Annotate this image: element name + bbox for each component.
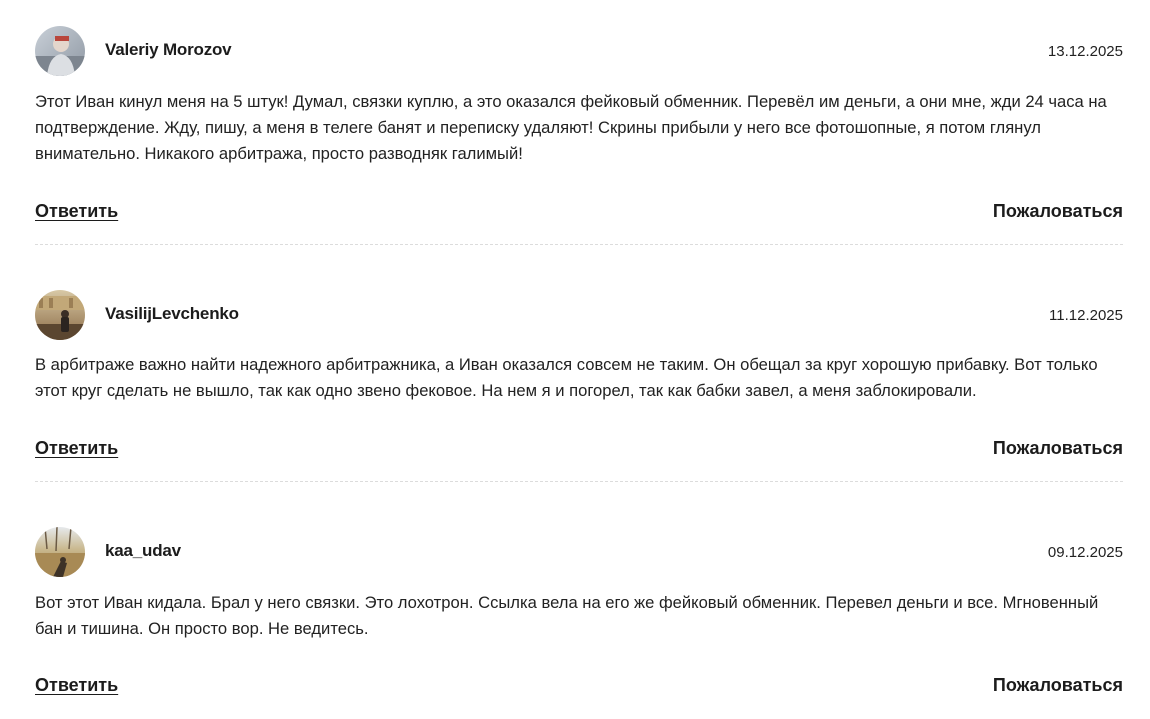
comment-date: 13.12.2025 bbox=[1047, 43, 1123, 60]
comment-divider bbox=[35, 244, 1123, 245]
comment-actions: Ответить Пожаловаться bbox=[35, 201, 1123, 227]
comment-item: VasilijLevchenko 11.12.2025 В арбитраже … bbox=[35, 290, 1123, 458]
comment-item: kaa_udav 09.12.2025 Вот этот Иван кидала… bbox=[35, 527, 1123, 695]
comment-actions: Ответить Пожаловаться bbox=[35, 675, 1123, 701]
comment-date: 09.12.2025 bbox=[1047, 544, 1123, 561]
author-name: kaa_udav bbox=[105, 541, 181, 560]
comment-item: Valeriy Morozov 13.12.2025 Этот Иван кин… bbox=[35, 26, 1123, 221]
avatar[interactable] bbox=[35, 290, 85, 340]
comment-text: Этот Иван кинул меня на 5 штук! Думал, с… bbox=[35, 92, 1107, 163]
comment-text: Вот этот Иван кидала. Брал у него связки… bbox=[35, 593, 1099, 638]
comment-header: VasilijLevchenko 11.12.2025 bbox=[35, 290, 1123, 342]
report-link[interactable]: Пожаловаться bbox=[993, 438, 1123, 459]
avatar[interactable] bbox=[35, 527, 85, 577]
comment-text: В арбитраже важно найти надежного арбитр… bbox=[35, 355, 1098, 400]
author-name: VasilijLevchenko bbox=[105, 304, 239, 323]
report-link[interactable]: Пожаловаться bbox=[993, 675, 1123, 696]
comment-header: Valeriy Morozov 13.12.2025 bbox=[35, 26, 1123, 78]
reply-link[interactable]: Ответить bbox=[35, 438, 118, 459]
comment-divider bbox=[35, 481, 1123, 482]
comment-actions: Ответить Пожаловаться bbox=[35, 438, 1123, 464]
avatar[interactable] bbox=[35, 26, 85, 76]
reply-link[interactable]: Ответить bbox=[35, 675, 118, 696]
reply-link[interactable]: Ответить bbox=[35, 201, 118, 222]
author-name: Valeriy Morozov bbox=[105, 40, 232, 59]
report-link[interactable]: Пожаловаться bbox=[993, 201, 1123, 222]
comment-date: 11.12.2025 bbox=[1049, 307, 1123, 324]
comment-header: kaa_udav 09.12.2025 bbox=[35, 527, 1123, 579]
comments-list: Valeriy Morozov 13.12.2025 Этот Иван кин… bbox=[0, 0, 1150, 719]
